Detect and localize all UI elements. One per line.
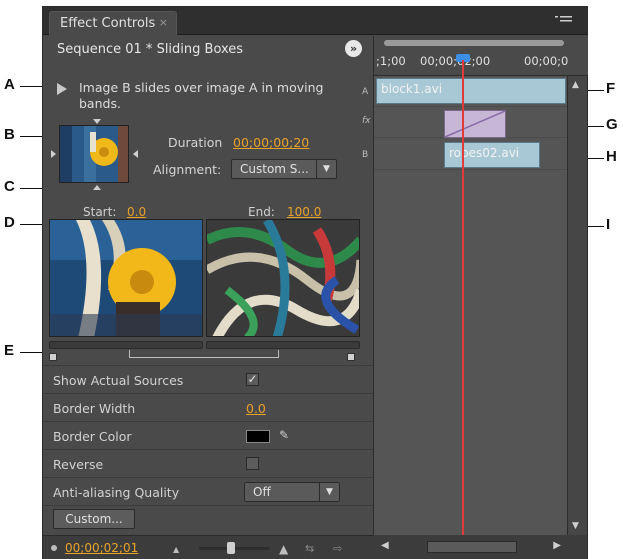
show-actual-sources-label: Show Actual Sources [53,373,184,388]
callout-h: H [606,148,617,165]
callout-a: A [4,76,15,93]
duration-label: Duration [168,135,223,150]
effect-controls-panel: Effect Controls × Sequence 01 * Sliding … [42,6,588,559]
slider-range-bracket [129,350,279,358]
effect-timeline: ;1;00 00;00;02;00 00;00;0 A block1.avi f… [362,36,588,535]
reverse-label: Reverse [53,457,104,472]
panel-tabbar: Effect Controls × [43,7,587,35]
show-actual-sources-checkbox[interactable]: ✓ [246,373,259,386]
zoom-out-icon[interactable]: ▲ [173,545,179,554]
time-ruler[interactable]: ;1;00 00;00;02;00 00;00;0 [374,36,588,76]
edge-selector-bottom-icon[interactable] [93,185,101,190]
transition-thumbnail[interactable] [59,125,129,183]
border-width-label: Border Width [53,401,136,416]
clip-a[interactable]: block1.avi [376,78,566,104]
start-slider[interactable] [49,341,203,349]
chevron-down-icon: ▼ [319,483,339,501]
callout-b: B [4,126,15,143]
callout-i: I [606,216,611,233]
end-slider-handle[interactable] [347,353,355,361]
border-color-swatch[interactable] [246,430,270,443]
end-slider[interactable] [206,341,360,349]
anti-aliasing-select[interactable]: Off ▼ [244,482,340,502]
tab-label: Effect Controls [60,16,156,31]
start-preview-image [49,219,203,337]
zoom-bar[interactable] [384,40,564,46]
callout-g: G [606,116,618,133]
scroll-left-icon[interactable]: ◀ [381,540,389,551]
alignment-label: Alignment: [153,162,222,177]
play-preview-icon[interactable] [57,83,67,95]
scroll-thumb[interactable] [427,541,517,553]
alignment-value: Custom S... [240,162,309,176]
scroll-right-icon[interactable]: ▶ [553,540,561,551]
track-b-label: B [362,150,369,160]
show-timeline-toggle[interactable]: » [345,40,362,57]
anti-aliasing-value: Off [253,485,271,499]
ruler-label: ;1;00 [376,54,406,68]
effect-description: Image B slides over image A in moving ba… [79,80,324,111]
end-value[interactable]: 100.0 [287,205,321,219]
alignment-select[interactable]: Custom S... ▼ [231,159,337,179]
zoom-in-icon[interactable]: ▲ [279,542,288,556]
divider [43,477,373,478]
scroll-down-icon[interactable]: ▼ [572,521,579,531]
horizontal-scrollbar[interactable]: ◀ ▶ [373,535,587,559]
track-effect: fx [362,108,568,138]
start-label: Start: [83,205,117,219]
ruler-label: 00;00;0 [524,54,569,68]
end-label: End: [248,205,275,219]
reverse-checkbox[interactable] [246,457,259,470]
track-b: B ropes02.avi [362,140,568,170]
chevron-down-icon: ▼ [316,160,336,178]
end-preview-image [206,219,360,337]
anti-aliasing-label: Anti-aliasing Quality [53,485,180,500]
current-timecode[interactable]: 00;00;02;01 [65,541,138,555]
divider [43,365,373,366]
timecode-dot-icon [51,545,57,551]
divider [43,393,373,394]
callout-c: C [4,178,15,195]
divider [43,505,373,506]
track-a-label: A [362,87,369,97]
playhead-line[interactable] [462,60,464,535]
border-width-value[interactable]: 0.0 [246,401,266,416]
edge-selector-top-icon[interactable] [93,119,101,124]
edge-selector-right-icon[interactable] [133,150,138,158]
export-icon[interactable]: ⇨ [333,542,342,555]
eyedropper-icon[interactable]: ✎ [279,428,289,442]
track-fx-label: fx [362,116,371,126]
panel-menu-icon[interactable] [555,14,573,28]
start-value[interactable]: 0.0 [127,205,146,219]
start-slider-handle[interactable] [49,353,57,361]
edge-selector-left-icon[interactable] [51,150,56,158]
tab-effect-controls[interactable]: Effect Controls × [49,11,177,35]
track-a: A block1.avi [362,77,568,107]
zoom-slider-handle[interactable] [227,542,235,554]
divider [43,421,373,422]
sequence-title: Sequence 01 * Sliding Boxes [57,42,244,57]
border-color-label: Border Color [53,429,132,444]
loop-icon[interactable]: ⇆ [305,542,314,555]
callout-e: E [4,342,15,359]
vertical-scrollbar[interactable]: ▲ ▼ [567,76,587,535]
clip-b[interactable]: ropes02.avi [444,142,540,168]
transition-clip[interactable] [444,110,506,138]
callout-f: F [606,80,616,97]
close-icon[interactable]: × [159,16,168,29]
scroll-up-icon[interactable]: ▲ [572,80,579,90]
custom-button[interactable]: Custom... [53,509,135,529]
divider [43,449,373,450]
callout-d: D [4,214,15,231]
duration-value[interactable]: 00;00;00;20 [233,135,309,150]
